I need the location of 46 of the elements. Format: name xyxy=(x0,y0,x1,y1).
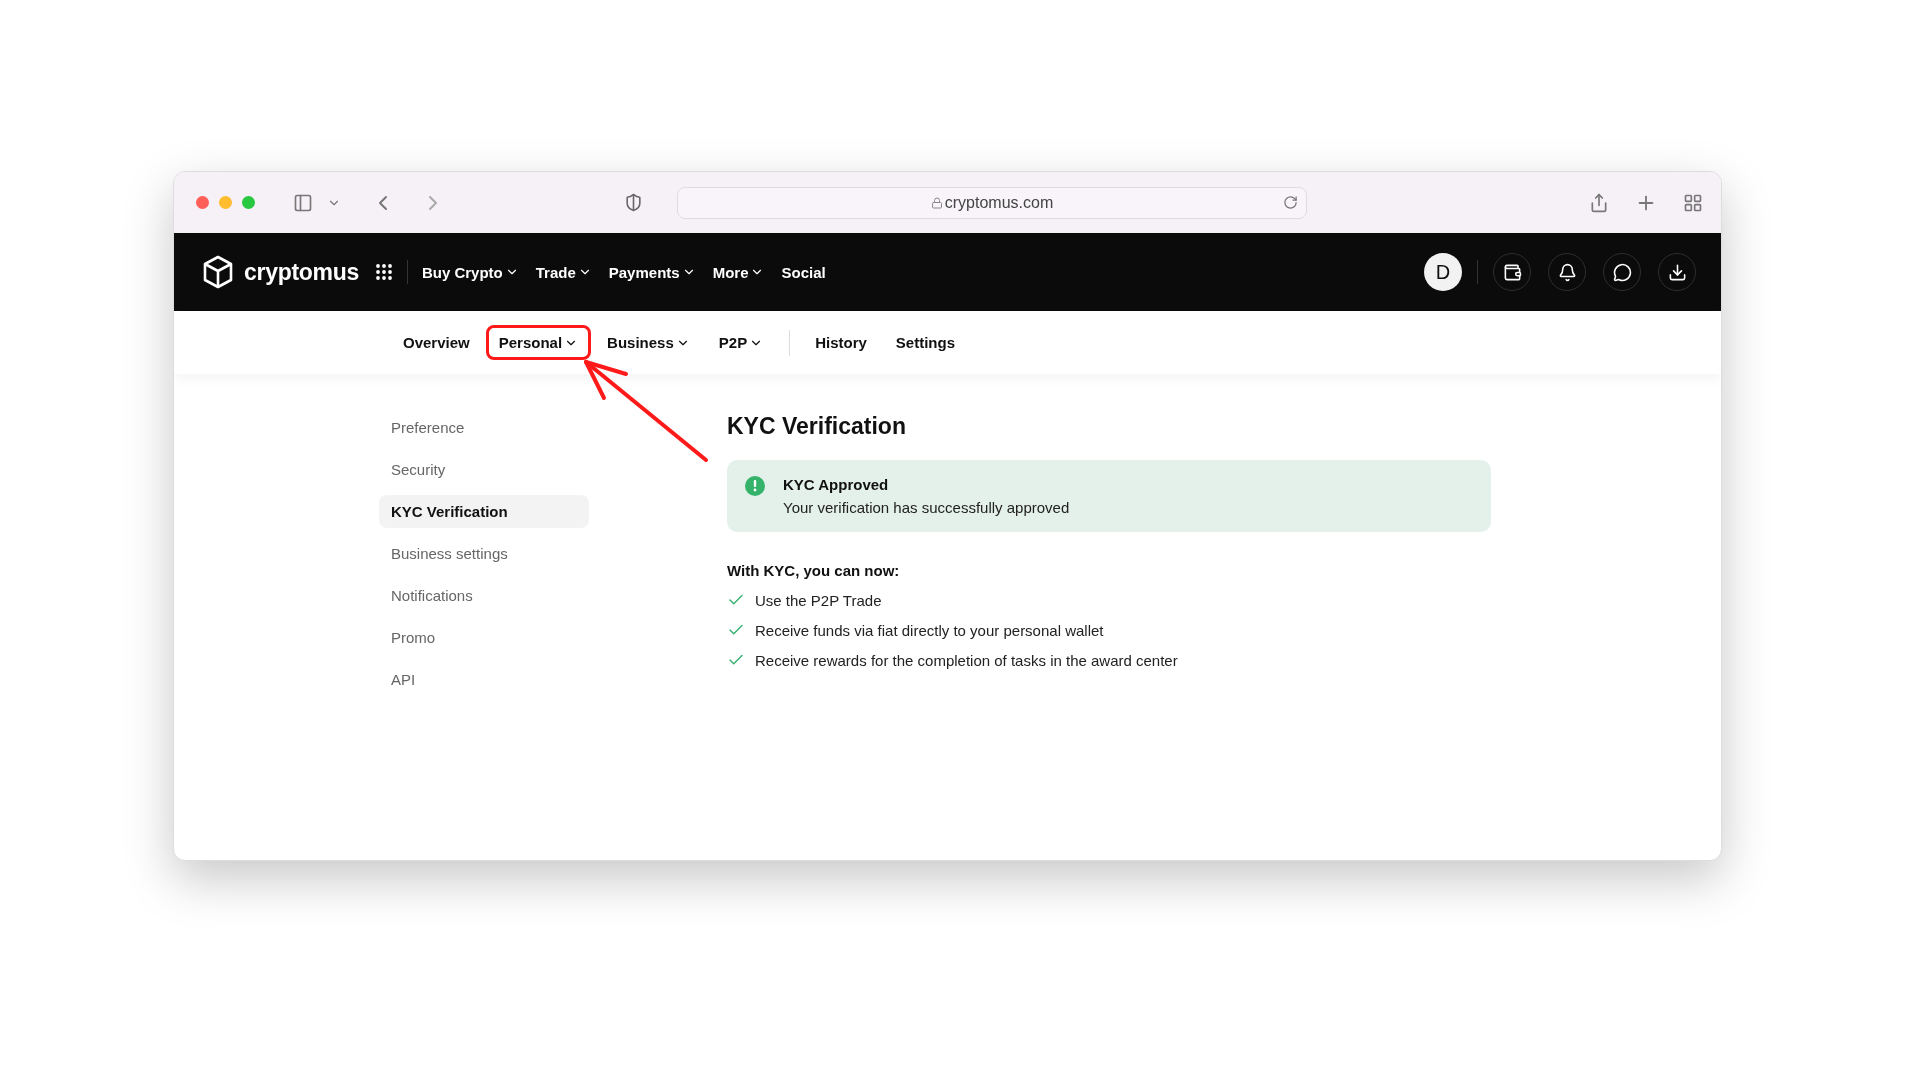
sidebar-item[interactable]: Preference xyxy=(379,411,589,444)
benefits-heading: With KYC, you can now: xyxy=(727,562,901,579)
subnav-tab[interactable]: History xyxy=(802,325,880,360)
alert-message: Your verification has successfully approved xyxy=(783,499,1070,516)
shield-icon[interactable] xyxy=(624,193,643,212)
exclamation-icon xyxy=(745,476,765,496)
subnav-tab[interactable]: Business xyxy=(594,325,703,360)
benefit-text: Receive funds via fiat directly to your personal wallet xyxy=(755,621,1104,639)
sidebar-item[interactable]: Notifications xyxy=(379,579,589,612)
sidebar-item[interactable]: Security xyxy=(379,453,589,486)
wallet-button[interactable] xyxy=(1493,253,1531,291)
nav-menu-item[interactable]: Trade xyxy=(535,263,592,281)
subnav-tab[interactable]: Overview xyxy=(390,325,483,360)
benefit-text: Use the P2P Trade xyxy=(755,591,882,609)
sidebar-item[interactable]: Business settings xyxy=(379,537,589,570)
subnav-tab[interactable]: Settings xyxy=(882,325,969,360)
benefit-text: Receive rewards for the completion of tasks in the award center xyxy=(755,651,1178,669)
alert-title: KYC Approved xyxy=(783,476,890,493)
download-icon xyxy=(1667,262,1687,282)
nav-menu-item[interactable]: Payments xyxy=(608,263,696,281)
address-bar[interactable]: cryptomus.com xyxy=(677,186,1307,219)
wallet-icon xyxy=(1502,262,1522,282)
avatar[interactable]: D xyxy=(1424,253,1462,291)
chat-button[interactable] xyxy=(1603,253,1641,291)
page-title: KYC Verification xyxy=(727,413,907,440)
share-icon[interactable] xyxy=(1589,192,1609,213)
sidebar-icon[interactable] xyxy=(293,192,313,213)
subnav-tab[interactable]: P2P xyxy=(705,325,777,360)
subnav-tab[interactable]: Personal xyxy=(485,325,592,360)
sidebar-item[interactable]: API xyxy=(379,663,589,696)
chat-bubble-icon xyxy=(1612,262,1632,282)
nav-menu-item[interactable]: Buy Crypto xyxy=(421,263,519,281)
cube-logo-icon[interactable] xyxy=(202,255,234,289)
sidebar-item[interactable]: Promo xyxy=(379,621,589,654)
tab-overview-icon[interactable] xyxy=(1683,192,1703,213)
notifications-button[interactable] xyxy=(1548,253,1586,291)
bell-icon xyxy=(1557,262,1577,282)
logo-text[interactable]: cryptomus xyxy=(244,258,359,286)
apps-grid-icon[interactable] xyxy=(374,263,393,281)
nav-menu-item[interactable]: Social xyxy=(781,263,826,281)
download-button[interactable] xyxy=(1658,253,1696,291)
close-window-button[interactable] xyxy=(196,196,209,209)
nav-menu-item[interactable]: More xyxy=(712,263,765,281)
lock-icon xyxy=(930,196,943,209)
sidebar-item[interactable]: KYC Verification xyxy=(379,495,589,528)
reload-icon[interactable] xyxy=(1283,195,1298,210)
